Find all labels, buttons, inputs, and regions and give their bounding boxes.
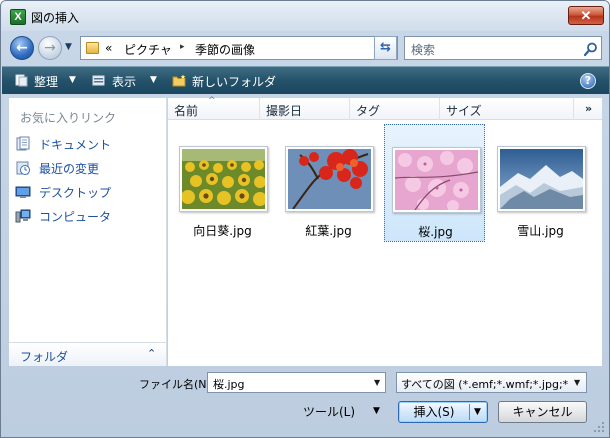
file-item-autumn-leaves[interactable]: 紅葉.jpg bbox=[278, 124, 379, 242]
sidebar-item-label: コンピュータ bbox=[39, 210, 112, 224]
recent-changes-icon bbox=[16, 161, 30, 175]
organize-menu[interactable]: 整理 bbox=[34, 73, 58, 90]
navigation-bar: ← → ▼ « ピクチャ ▸ 季節の画像 ▼ ⇆ 検索 bbox=[1, 31, 609, 61]
recent-pages-dropdown[interactable]: ▼ bbox=[65, 42, 72, 52]
new-folder-icon bbox=[172, 74, 186, 87]
thumbnail-frame bbox=[179, 146, 268, 212]
insert-split-divider bbox=[469, 404, 470, 420]
breadcrumb-separator-icon[interactable]: ▸ bbox=[180, 42, 185, 52]
cherry-blossom-thumbnail bbox=[395, 150, 478, 210]
navigation-pane: お気に入りリンク ドキュメント 最近の変更 デスクトップ コンピュータ フォルダ… bbox=[9, 98, 167, 366]
file-type-select[interactable]: すべての図 (*.emf;*.wmf;*.jpg;*.jpe ▼ bbox=[396, 372, 587, 393]
insert-picture-dialog: X 図の挿入 ✕ ← → ▼ « ピクチャ ▸ 季節の画像 ▼ ⇆ 検索 bbox=[0, 0, 610, 438]
tools-dropdown-icon[interactable]: ▼ bbox=[373, 406, 380, 416]
refresh-icon: ⇆ bbox=[380, 40, 391, 55]
file-item-sunflower[interactable]: 向日葵.jpg bbox=[172, 124, 273, 242]
address-overflow-chevron[interactable]: « bbox=[105, 41, 112, 55]
sidebar-item-desktop[interactable]: デスクトップ bbox=[15, 182, 163, 202]
sort-ascending-icon: ^ bbox=[208, 96, 216, 106]
tools-menu[interactable]: ツール(L) bbox=[303, 403, 355, 420]
sidebar-item-label: ドキュメント bbox=[39, 138, 112, 152]
views-menu[interactable]: 表示 bbox=[112, 73, 136, 90]
close-button[interactable]: ✕ bbox=[568, 6, 604, 25]
resize-grip-icon[interactable] bbox=[593, 421, 605, 433]
column-label: タグ bbox=[356, 104, 381, 118]
close-icon: ✕ bbox=[580, 8, 592, 23]
address-bar[interactable]: « ピクチャ ▸ 季節の画像 ▼ bbox=[80, 36, 444, 60]
views-icon bbox=[92, 75, 105, 86]
column-header-size[interactable]: サイズ bbox=[440, 98, 574, 120]
sidebar-item-label: デスクトップ bbox=[39, 186, 112, 200]
insert-button-label: 挿入(S) bbox=[413, 405, 455, 419]
column-label: 名前 bbox=[174, 104, 199, 118]
help-button[interactable]: ? bbox=[580, 73, 596, 89]
breadcrumb-pictures[interactable]: ピクチャ bbox=[124, 41, 172, 58]
file-type-dropdown-icon: ▼ bbox=[574, 378, 581, 387]
excel-app-icon: X bbox=[10, 9, 26, 25]
sidebar-item-documents[interactable]: ドキュメント bbox=[15, 134, 163, 154]
file-name-label: 紅葉.jpg bbox=[305, 224, 352, 238]
views-dropdown-icon[interactable]: ▼ bbox=[150, 75, 157, 85]
file-name-label: 雪山.jpg bbox=[517, 224, 564, 238]
organize-dropdown-icon[interactable]: ▼ bbox=[69, 75, 76, 85]
column-header-bar: 名前 ^ 撮影日 タグ サイズ » bbox=[168, 96, 602, 120]
title-bar: X 図の挿入 ✕ bbox=[1, 1, 609, 31]
folder-icon bbox=[86, 42, 99, 54]
filename-input[interactable]: 桜.jpg ▼ bbox=[207, 372, 386, 393]
documents-icon bbox=[16, 136, 30, 151]
desktop-icon bbox=[15, 186, 31, 198]
file-list: 名前 ^ 撮影日 タグ サイズ » 向日葵.jpg 紅葉.jpg 桜.jpg 雪… bbox=[168, 96, 602, 366]
more-columns-icon[interactable]: » bbox=[585, 102, 592, 115]
file-name-label: 向日葵.jpg bbox=[193, 224, 252, 238]
autumn-leaves-thumbnail bbox=[288, 149, 371, 209]
cancel-button-label: キャンセル bbox=[512, 405, 573, 419]
favorite-links-heading: お気に入りリンク bbox=[20, 111, 117, 125]
column-header-tags[interactable]: タグ bbox=[350, 98, 440, 120]
help-icon: ? bbox=[584, 74, 592, 87]
thumbnail-frame bbox=[497, 146, 586, 212]
dialog-footer: ファイル名(N): 桜.jpg ▼ すべての図 (*.emf;*.wmf;*.j… bbox=[1, 367, 609, 437]
forward-button[interactable]: → bbox=[38, 36, 62, 60]
file-item-snowy-mountain[interactable]: 雪山.jpg bbox=[490, 124, 591, 242]
filename-value: 桜.jpg bbox=[213, 378, 245, 391]
sunflower-thumbnail bbox=[182, 149, 265, 209]
snowy-mountain-thumbnail bbox=[500, 149, 583, 209]
column-label: サイズ bbox=[446, 104, 482, 118]
thumbnail-frame bbox=[285, 146, 374, 212]
filename-dropdown-icon[interactable]: ▼ bbox=[374, 378, 380, 387]
refresh-button[interactable]: ⇆ bbox=[374, 36, 397, 60]
chevron-up-icon: ⌃ bbox=[147, 347, 157, 360]
thumbnail-frame bbox=[392, 147, 481, 213]
filename-label: ファイル名(N): bbox=[139, 378, 215, 391]
file-name-label: 桜.jpg bbox=[418, 225, 453, 239]
forward-arrow-icon: → bbox=[44, 40, 56, 56]
folders-label: フォルダ bbox=[20, 350, 69, 364]
search-box[interactable]: 検索 bbox=[404, 36, 602, 60]
folders-toggle[interactable]: フォルダ ⌃ bbox=[9, 342, 166, 366]
new-folder-button[interactable]: 新しいフォルダ bbox=[192, 73, 276, 90]
column-label: 撮影日 bbox=[266, 104, 303, 118]
insert-button[interactable]: 挿入(S) ▼ bbox=[398, 401, 488, 423]
breadcrumb-seasonal-images[interactable]: 季節の画像 bbox=[195, 41, 255, 58]
window-title: 図の挿入 bbox=[31, 11, 80, 25]
search-placeholder: 検索 bbox=[411, 43, 436, 57]
computer-icon bbox=[15, 209, 31, 223]
file-type-value: すべての図 (*.emf;*.wmf;*.jpg;*.jpe bbox=[401, 378, 569, 391]
back-arrow-icon: ← bbox=[16, 40, 28, 56]
file-item-cherry-blossom[interactable]: 桜.jpg bbox=[384, 124, 485, 242]
sidebar-item-label: 最近の変更 bbox=[39, 162, 100, 176]
sidebar-item-recent-changes[interactable]: 最近の変更 bbox=[15, 158, 163, 178]
command-toolbar: 整理 ▼ 表示 ▼ 新しいフォルダ ? bbox=[2, 66, 609, 94]
sidebar-item-computer[interactable]: コンピュータ bbox=[15, 206, 163, 226]
column-header-date-taken[interactable]: 撮影日 bbox=[260, 98, 350, 120]
column-header-name[interactable]: 名前 ^ bbox=[168, 96, 260, 120]
back-button[interactable]: ← bbox=[10, 36, 34, 60]
cancel-button[interactable]: キャンセル bbox=[498, 401, 587, 423]
search-icon[interactable] bbox=[583, 41, 599, 57]
insert-options-dropdown-icon[interactable]: ▼ bbox=[474, 402, 481, 422]
organize-icon bbox=[15, 74, 28, 87]
